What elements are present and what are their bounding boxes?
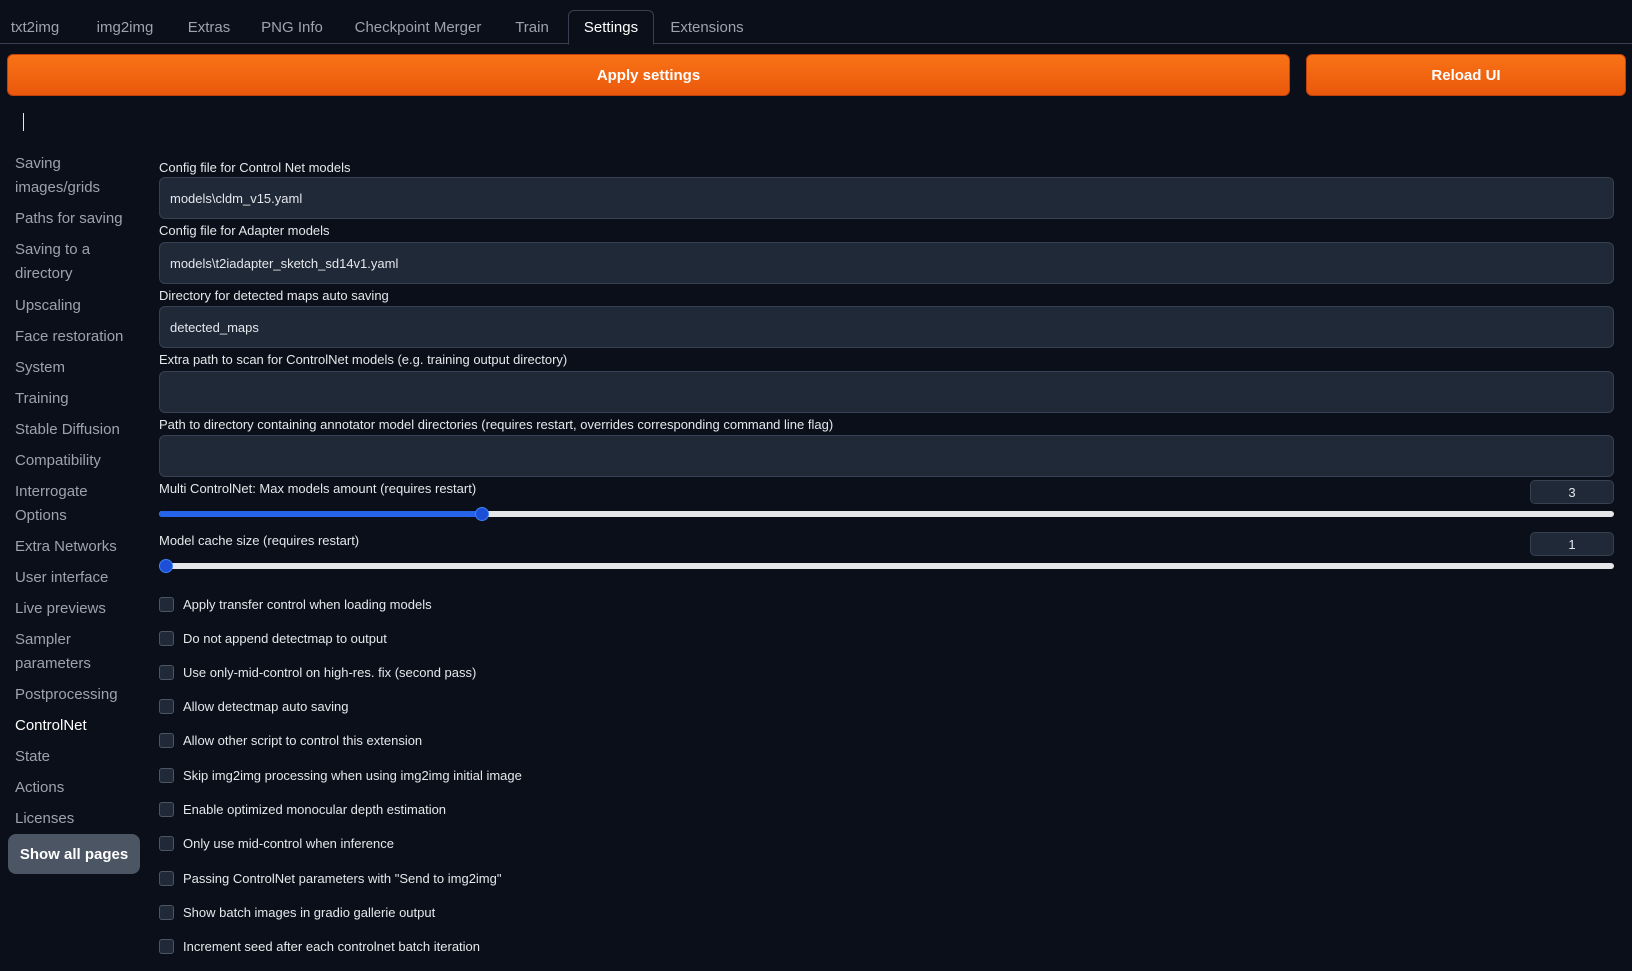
checkbox-row[interactable]: Passing ControlNet parameters with "Send…: [159, 868, 501, 888]
max-models-slider[interactable]: [159, 507, 1614, 521]
checkbox-label: Allow other script to control this exten…: [183, 732, 423, 748]
cache-size-slider[interactable]: [159, 559, 1614, 573]
checkbox-row[interactable]: Show batch images in gradio gallerie out…: [159, 902, 435, 922]
sidebar-item-training[interactable]: Training: [15, 387, 135, 411]
sidebar-item-compatibility[interactable]: Compatibility: [15, 449, 135, 473]
checkbox[interactable]: [159, 801, 174, 817]
controlnet-config-input[interactable]: models\cldm_v15.yaml: [159, 177, 1614, 219]
checkbox-label: Only use mid-control when inference: [183, 835, 394, 851]
checkbox[interactable]: [159, 698, 174, 714]
apply-settings-button[interactable]: Apply settings: [7, 54, 1290, 96]
tab-settings[interactable]: Settings: [568, 10, 654, 45]
adapter-config-label: Config file for Adapter models: [159, 223, 330, 238]
checkbox[interactable]: [159, 767, 174, 783]
max-models-label: Multi ControlNet: Max models amount (req…: [159, 481, 477, 496]
tab-extensions[interactable]: Extensions: [662, 10, 752, 44]
checkbox-label: Show batch images in gradio gallerie out…: [183, 904, 436, 920]
sidebar-item-extra-networks[interactable]: Extra Networks: [15, 535, 135, 559]
checkbox-label: Allow detectmap auto saving: [183, 698, 349, 714]
checkbox-row[interactable]: Apply transfer control when loading mode…: [159, 594, 432, 614]
checkbox-label: Do not append detectmap to output: [183, 630, 387, 646]
sidebar-item-paths-for-saving[interactable]: Paths for saving: [15, 207, 135, 231]
checkbox-label: Use only-mid-control on high-res. fix (s…: [183, 664, 477, 680]
sidebar-item-licenses[interactable]: Licenses: [15, 807, 135, 831]
checkbox-label: Apply transfer control when loading mode…: [183, 596, 432, 612]
sidebar-item-postprocessing[interactable]: Postprocessing: [15, 683, 135, 707]
tab-txt2img[interactable]: txt2img: [0, 10, 70, 44]
checkbox-row[interactable]: Allow detectmap auto saving: [159, 696, 348, 716]
show-all-pages-button[interactable]: Show all pages: [8, 834, 140, 874]
checkbox[interactable]: [159, 938, 174, 954]
sidebar-item-face-restoration[interactable]: Face restoration: [15, 325, 135, 349]
checkbox-row[interactable]: Only use mid-control when inference: [159, 833, 394, 853]
sidebar-item-interrogate-options[interactable]: Interrogate Options: [15, 480, 105, 528]
checkbox-row[interactable]: Do not append detectmap to output: [159, 628, 387, 648]
checkbox-row[interactable]: Skip img2img processing when using img2i…: [159, 765, 522, 785]
search-caret[interactable]: [23, 113, 24, 131]
sidebar-item-controlnet[interactable]: ControlNet: [15, 714, 135, 738]
checkbox-label: Enable optimized monocular depth estimat…: [183, 801, 447, 817]
cache-size-number[interactable]: 1: [1530, 532, 1614, 556]
sidebar-item-state[interactable]: State: [15, 745, 135, 769]
checkbox-label: Passing ControlNet parameters with "Send…: [183, 870, 502, 886]
sidebar-item-saving-images-grids[interactable]: Saving images/grids: [15, 152, 135, 200]
cache-size-label: Model cache size (requires restart): [159, 533, 360, 548]
sidebar-item-system[interactable]: System: [15, 356, 135, 380]
sidebar-item-actions[interactable]: Actions: [15, 776, 135, 800]
sidebar-item-upscaling[interactable]: Upscaling: [15, 294, 135, 318]
checkbox-row[interactable]: Enable optimized monocular depth estimat…: [159, 799, 446, 819]
sidebar-item-sampler-parameters[interactable]: Sampler parameters: [15, 628, 105, 676]
checkbox-label: Increment seed after each controlnet bat…: [183, 938, 481, 954]
max-models-number[interactable]: 3: [1530, 480, 1614, 504]
checkbox[interactable]: [159, 664, 174, 680]
checkbox[interactable]: [159, 732, 174, 748]
detected-maps-dir-label: Directory for detected maps auto saving: [159, 288, 389, 303]
checkbox[interactable]: [159, 835, 174, 851]
sidebar-item-saving-to-directory[interactable]: Saving to a directory: [15, 238, 100, 286]
adapter-config-input[interactable]: models\t2iadapter_sketch_sd14v1.yaml: [159, 242, 1614, 284]
checkbox-row[interactable]: Use only-mid-control on high-res. fix (s…: [159, 662, 476, 682]
checkbox[interactable]: [159, 596, 174, 612]
max-models-slider-fill: [159, 511, 482, 517]
tab-train[interactable]: Train: [504, 10, 560, 44]
checkbox-row[interactable]: Increment seed after each controlnet bat…: [159, 936, 480, 956]
sidebar-item-user-interface[interactable]: User interface: [15, 566, 135, 590]
detected-maps-dir-input[interactable]: detected_maps: [159, 306, 1614, 348]
checkbox-label: Skip img2img processing when using img2i…: [183, 767, 522, 783]
extra-models-path-label: Extra path to scan for ControlNet models…: [159, 352, 568, 367]
extra-models-path-input[interactable]: [159, 371, 1614, 413]
sidebar-item-stable-diffusion[interactable]: Stable Diffusion: [15, 418, 135, 442]
annotator-dir-label: Path to directory containing annotator m…: [159, 417, 834, 432]
checkbox[interactable]: [159, 630, 174, 646]
checkbox[interactable]: [159, 904, 174, 920]
tab-png-info[interactable]: PNG Info: [252, 10, 332, 44]
cache-size-slider-thumb[interactable]: [159, 559, 173, 573]
tab-bar: txt2img img2img Extras PNG Info Checkpoi…: [0, 10, 1632, 45]
tab-checkpoint-merger[interactable]: Checkpoint Merger: [344, 10, 492, 44]
tab-extras[interactable]: Extras: [178, 10, 240, 44]
sidebar-item-live-previews[interactable]: Live previews: [15, 597, 135, 621]
annotator-dir-input[interactable]: [159, 435, 1614, 477]
checkbox[interactable]: [159, 870, 174, 886]
max-models-slider-thumb[interactable]: [475, 507, 489, 521]
reload-ui-button[interactable]: Reload UI: [1306, 54, 1626, 96]
checkbox-row[interactable]: Allow other script to control this exten…: [159, 730, 422, 750]
tab-img2img[interactable]: img2img: [84, 10, 166, 44]
controlnet-config-label: Config file for Control Net models: [159, 160, 351, 175]
